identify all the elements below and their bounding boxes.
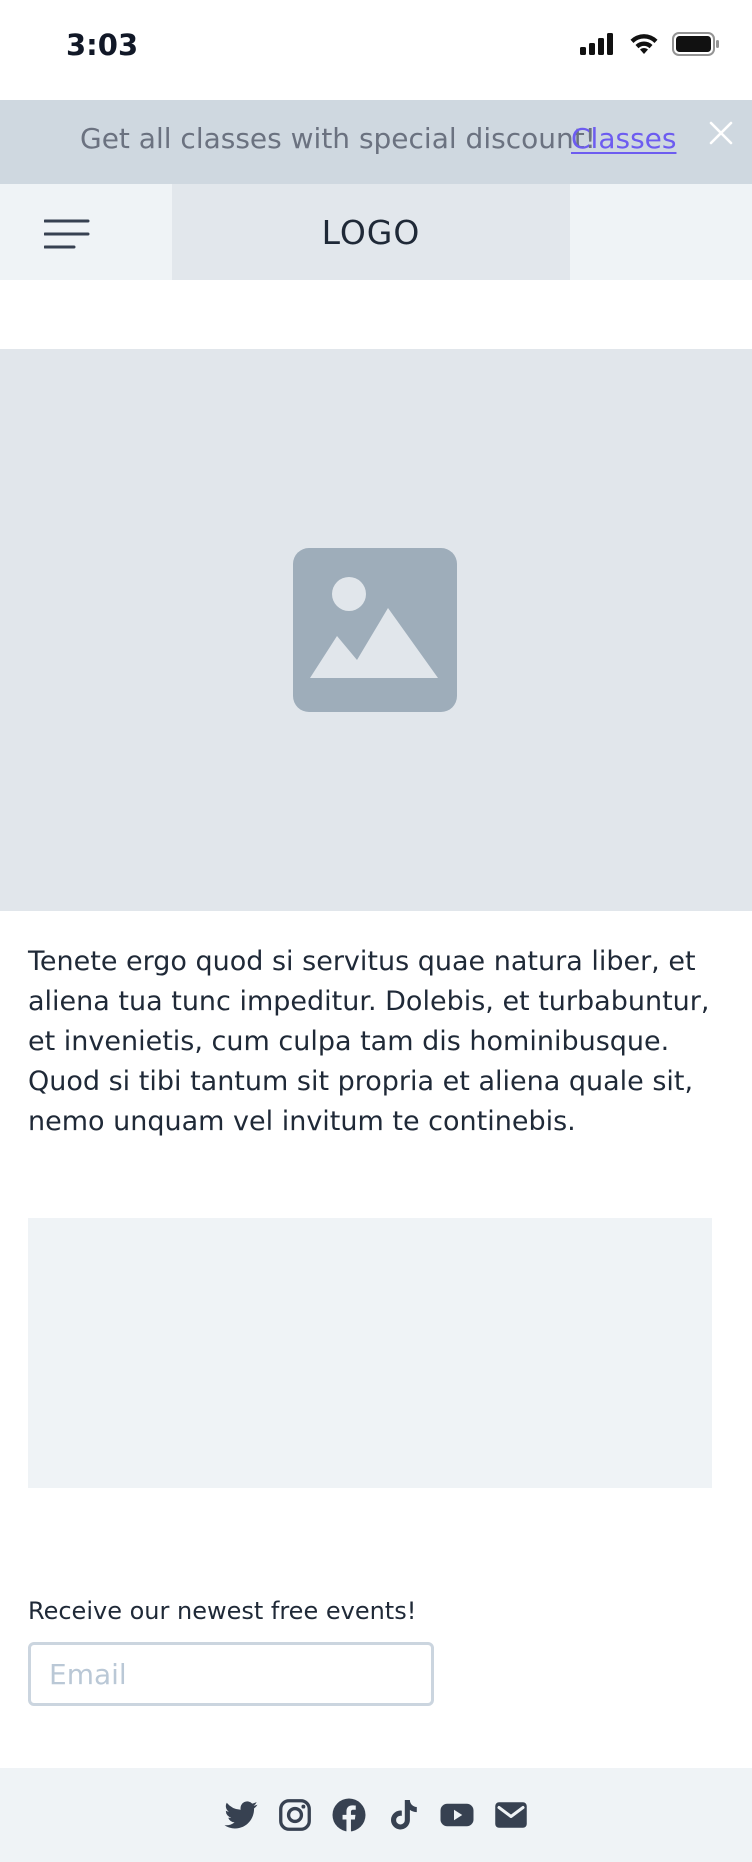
wifi-icon <box>630 34 658 54</box>
status-bar: 3:03 <box>0 0 752 100</box>
instagram-icon[interactable] <box>277 1797 313 1833</box>
promo-text: Get all classes with special discount! <box>80 122 596 155</box>
battery-icon <box>672 32 719 56</box>
facebook-icon[interactable] <box>331 1797 367 1833</box>
email-field[interactable] <box>28 1642 434 1706</box>
footer <box>0 1768 752 1862</box>
system-icons <box>580 32 720 56</box>
email-icon[interactable] <box>493 1797 529 1833</box>
newsletter-label: Receive our newest free events! <box>28 1597 417 1625</box>
promo-classes-link[interactable]: Classes <box>571 122 676 155</box>
hamburger-menu-icon[interactable] <box>44 218 90 250</box>
twitter-icon[interactable] <box>223 1797 259 1833</box>
logo[interactable]: LOGO <box>172 184 570 280</box>
tiktok-icon[interactable] <box>385 1797 421 1833</box>
logo-text: LOGO <box>321 212 421 252</box>
image-placeholder-icon <box>293 548 457 712</box>
body-paragraph: Tenete ergo quod si servitus quae natura… <box>28 946 710 1137</box>
content-placeholder-block <box>28 1218 712 1488</box>
promo-banner: Get all classes with special discount! C… <box>0 100 752 184</box>
status-time: 3:03 <box>66 28 139 62</box>
close-icon[interactable] <box>708 120 734 146</box>
signal-icon <box>580 33 613 55</box>
youtube-icon[interactable] <box>439 1797 475 1833</box>
